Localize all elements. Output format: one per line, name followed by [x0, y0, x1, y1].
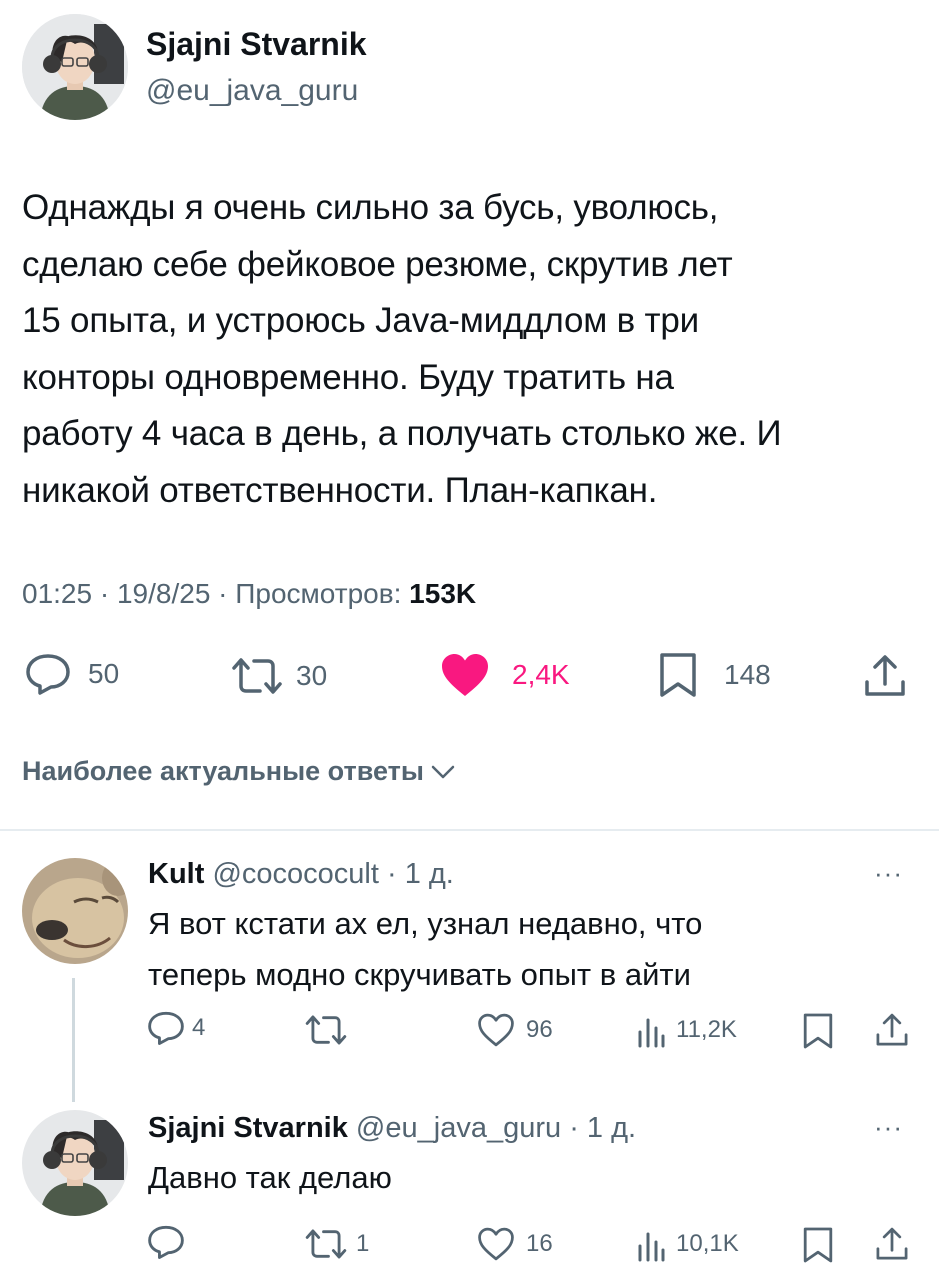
- reply-reply-count: 4: [192, 1014, 206, 1041]
- reply-time[interactable]: 1 д.: [405, 858, 454, 890]
- tweet-text-line: сделаю себе фейковое резюме, скрутив лет: [22, 244, 733, 284]
- reply-text-line: теперь модно скручивать опыт в айти: [148, 957, 691, 992]
- reply-author-name[interactable]: Kult: [148, 858, 204, 890]
- chevron-down-icon: [430, 763, 456, 781]
- replies-sort-label: Наиболее актуальные ответы: [22, 756, 424, 786]
- tweet-text: Однажды я очень сильно за бусь, уволюсь,…: [22, 180, 927, 519]
- reply-like-button[interactable]: 96: [476, 1012, 553, 1048]
- reply-icon: [146, 1224, 186, 1260]
- reply-time[interactable]: 1 д.: [587, 1112, 636, 1144]
- thread-line: [72, 978, 75, 1102]
- more-icon[interactable]: ···: [874, 858, 903, 889]
- reply-retweet-button[interactable]: [302, 1012, 360, 1048]
- reply-like-count: 16: [526, 1230, 553, 1257]
- reply-header: Kult @cocococult · 1 д.: [148, 858, 454, 891]
- meta-separator: ·: [218, 578, 228, 609]
- retweet-button[interactable]: 30: [228, 654, 327, 698]
- reply-icon: [24, 652, 72, 696]
- heart-icon: [476, 1226, 516, 1262]
- reply-avatar[interactable]: [22, 858, 128, 964]
- views-icon: [636, 1012, 666, 1048]
- tweet-text-line: 15 опыта, и устроюсь Java-миддлом в три: [22, 301, 700, 340]
- reply-bookmark-button[interactable]: [802, 1226, 834, 1264]
- bookmark-count: 148: [724, 659, 771, 690]
- reply-avatar[interactable]: [22, 1110, 128, 1216]
- tweet-text-line: никакой ответственности. План-капкан.: [22, 470, 658, 510]
- reply-text: Давно так делаю: [148, 1152, 908, 1203]
- reply-author-name[interactable]: Sjajni Stvarnik: [148, 1112, 348, 1144]
- tweet-meta: 01:25 · 19/8/25 · Просмотров: 153K: [22, 578, 476, 610]
- reply-share-button[interactable]: [874, 1012, 910, 1048]
- divider: [0, 829, 939, 831]
- reply-icon: [146, 1010, 186, 1046]
- tweet-time[interactable]: 01:25: [22, 578, 92, 609]
- avatar-illustration: [22, 1110, 128, 1216]
- author-handle[interactable]: @eu_java_guru: [146, 74, 358, 108]
- reply-header: Sjajni Stvarnik @eu_java_guru · 1 д.: [148, 1112, 636, 1145]
- retweet-icon: [302, 1226, 350, 1262]
- author-avatar[interactable]: [22, 14, 128, 120]
- share-icon: [874, 1012, 910, 1048]
- reply-count: 50: [88, 658, 120, 689]
- bookmark-icon: [802, 1226, 834, 1264]
- meta-separator: ·: [99, 578, 110, 609]
- like-count: 2,4K: [512, 659, 570, 690]
- replies-sort-dropdown[interactable]: Наиболее актуальные ответы: [22, 756, 456, 787]
- reply-author-handle[interactable]: @eu_java_guru: [356, 1112, 561, 1144]
- meta-separator: ·: [386, 858, 397, 890]
- share-button[interactable]: [862, 654, 908, 698]
- more-icon[interactable]: ···: [874, 1112, 903, 1143]
- reply-retweet-count: 1: [356, 1230, 370, 1257]
- like-button[interactable]: 2,4K: [440, 652, 570, 698]
- reply-like-count: 96: [526, 1016, 553, 1043]
- reply-views-count: 10,1K: [676, 1230, 739, 1257]
- meta-separator: ·: [569, 1112, 579, 1144]
- reply-text-line: Я вот кстати ах ел, узнал недавно, что: [148, 906, 703, 941]
- views-icon: [636, 1226, 666, 1262]
- reply-like-button[interactable]: 16: [476, 1226, 553, 1262]
- reply-button[interactable]: 50: [24, 652, 119, 696]
- reply-views-count: 11,2K: [676, 1016, 737, 1043]
- bookmark-icon: [802, 1012, 834, 1050]
- reply-text-line: Давно так делаю: [148, 1160, 392, 1195]
- bookmark-icon: [658, 652, 698, 698]
- retweet-count: 30: [296, 660, 328, 691]
- avatar-illustration: [22, 14, 128, 120]
- share-icon: [862, 654, 908, 698]
- heart-icon: [440, 652, 490, 698]
- share-icon: [874, 1226, 910, 1262]
- reply-views-button[interactable]: 11,2K: [636, 1012, 737, 1048]
- views-count: 153K: [409, 578, 477, 609]
- retweet-icon: [302, 1012, 350, 1048]
- reply-share-button[interactable]: [874, 1226, 910, 1262]
- reply-author-handle[interactable]: @cocococult: [212, 858, 378, 890]
- reply-views-button[interactable]: 10,1K: [636, 1226, 739, 1262]
- tweet-text-line: работу 4 часа в день, а получать столько…: [22, 414, 782, 453]
- tweet-text-line: Однажды я очень сильно за бусь, уволюсь,: [22, 188, 719, 227]
- reply-text: Я вот кстати ах ел, узнал недавно, что т…: [148, 898, 908, 1000]
- reply-retweet-button[interactable]: 1: [302, 1226, 369, 1262]
- reply-bookmark-button[interactable]: [802, 1012, 834, 1050]
- tweet-date[interactable]: 19/8/25: [117, 578, 210, 609]
- heart-icon: [476, 1012, 516, 1048]
- reply-reply-button[interactable]: [146, 1224, 196, 1260]
- avatar-dog-illustration: [22, 858, 128, 964]
- retweet-icon: [228, 654, 286, 698]
- reply-reply-button[interactable]: 4: [146, 1010, 205, 1046]
- author-name[interactable]: Sjajni Stvarnik: [146, 26, 367, 63]
- views-label: Просмотров:: [235, 578, 402, 609]
- tweet-text-line: конторы одновременно. Буду тратить на: [22, 357, 674, 397]
- bookmark-button[interactable]: 148: [658, 652, 771, 698]
